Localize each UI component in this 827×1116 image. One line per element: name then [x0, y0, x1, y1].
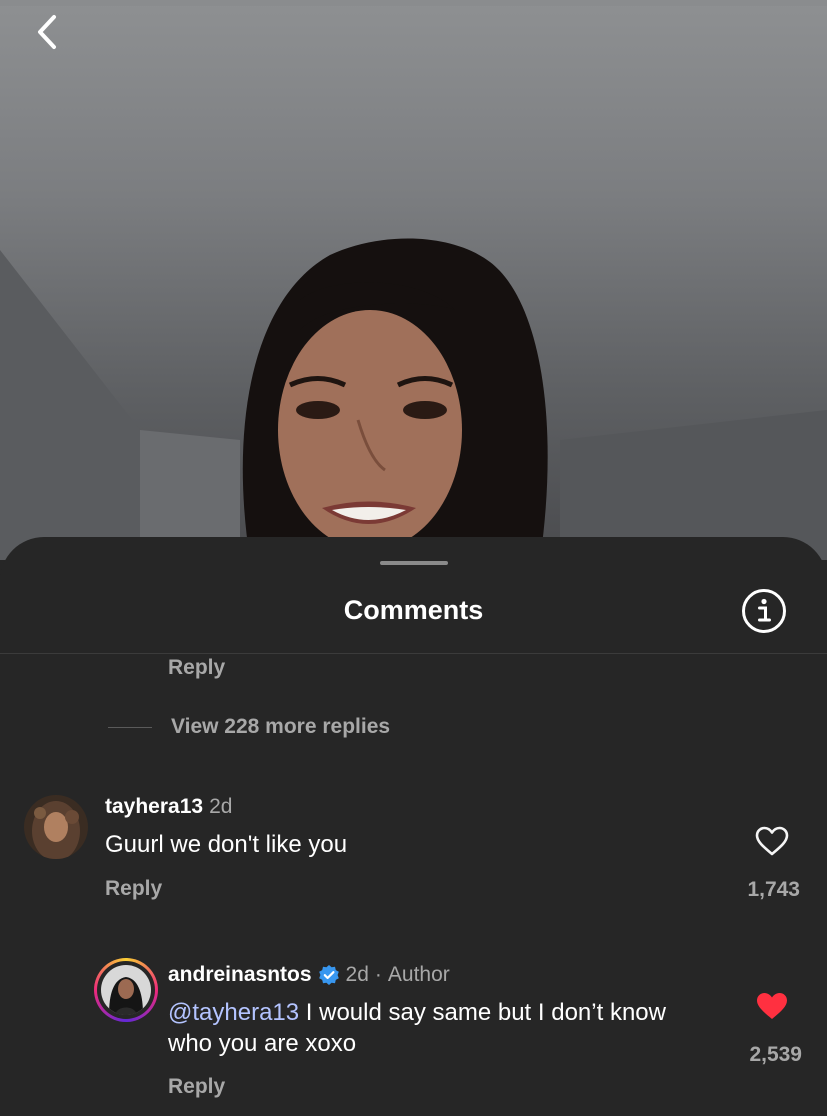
comment-username[interactable]: tayhera13	[105, 795, 203, 819]
comment-age: 2d	[209, 795, 233, 818]
reply-username[interactable]: andreinasntos	[168, 963, 312, 987]
reply-text: @tayhera13 I would say same but I don’t …	[168, 997, 688, 1059]
view-more-replies-label: View 228 more replies	[171, 715, 391, 738]
like-count: 1,743	[747, 878, 800, 901]
thread-line	[108, 726, 152, 728]
author-badge: Author	[387, 963, 450, 986]
sheet-divider	[0, 653, 827, 654]
back-button[interactable]	[28, 12, 68, 52]
comments-sheet: Comments Reply View 228 more replies tay…	[0, 537, 827, 1116]
sheet-drag-handle[interactable]	[380, 561, 448, 565]
like-button[interactable]	[755, 991, 789, 1026]
sheet-title: Comments	[343, 595, 484, 625]
reply-button[interactable]: Reply	[168, 656, 225, 680]
like-button[interactable]	[755, 826, 789, 861]
reply-mention[interactable]: @tayhera13	[168, 999, 299, 1026]
avatar-image	[101, 965, 151, 1015]
avatar[interactable]	[24, 795, 88, 859]
info-button[interactable]	[741, 588, 787, 634]
story-ring[interactable]	[94, 958, 158, 1022]
avatar-image	[24, 795, 88, 859]
verified-badge-icon	[318, 965, 339, 985]
comment-text: Guurl we don't like you	[105, 831, 348, 858]
info-icon	[742, 589, 786, 633]
heart-icon	[755, 826, 789, 856]
like-count: 2,539	[749, 1043, 802, 1066]
chevron-left-icon	[38, 15, 56, 49]
reply-header: andreinasntos 2d · Author	[168, 963, 450, 987]
reply-button[interactable]: Reply	[168, 1075, 225, 1099]
meta-separator: ·	[374, 963, 382, 986]
video-frame	[0, 0, 827, 560]
reply-button[interactable]: Reply	[105, 877, 162, 901]
heart-icon	[757, 993, 787, 1019]
comment-header: tayhera13 2d	[105, 795, 232, 819]
view-more-replies-button[interactable]: View 228 more replies	[108, 715, 390, 739]
video-player[interactable]	[0, 0, 827, 560]
reply-age: 2d	[345, 963, 369, 986]
